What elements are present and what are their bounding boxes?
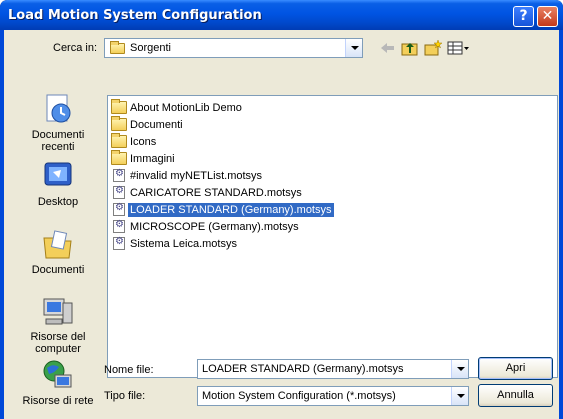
place-label: Desktop bbox=[37, 196, 79, 208]
back-arrow-icon[interactable] bbox=[378, 39, 398, 57]
look-in-label: Cerca in: bbox=[53, 42, 97, 54]
place-label: Risorse del computer bbox=[30, 331, 86, 355]
network-places-icon bbox=[41, 359, 75, 393]
filetype-value: Motion System Configuration (*.motsys) bbox=[202, 390, 396, 402]
item-label: MICROSCOPE (Germany).motsys bbox=[130, 221, 299, 233]
dialog-body: Cerca in: Sorgenti Documenti recenti Des… bbox=[4, 30, 559, 419]
place-my-computer[interactable]: Risorse del computer bbox=[15, 295, 101, 355]
title-bar[interactable]: Load Motion System Configuration ? ✕ bbox=[0, 0, 563, 30]
folder-icon bbox=[110, 41, 125, 54]
chevron-down-icon[interactable] bbox=[451, 387, 468, 405]
folder-icon bbox=[111, 116, 127, 131]
filename-input[interactable]: LOADER STANDARD (Germany).motsys bbox=[202, 363, 404, 375]
filename-combo[interactable]: LOADER STANDARD (Germany).motsys bbox=[197, 359, 469, 379]
item-label: About MotionLib Demo bbox=[130, 102, 242, 114]
file-icon bbox=[113, 236, 125, 250]
item-label: Sistema Leica.motsys bbox=[130, 238, 237, 250]
folder-icon bbox=[111, 99, 127, 114]
file-icon bbox=[113, 219, 125, 233]
file-icon bbox=[113, 168, 125, 182]
cancel-button[interactable]: Annulla bbox=[478, 384, 553, 407]
item-label: Documenti bbox=[130, 119, 183, 131]
recent-documents-icon bbox=[41, 93, 75, 127]
help-button[interactable]: ? bbox=[513, 6, 534, 27]
my-computer-icon bbox=[41, 295, 75, 329]
window-title: Load Motion System Configuration bbox=[8, 8, 262, 23]
folder-icon bbox=[111, 150, 127, 165]
place-label: Documenti recenti bbox=[31, 129, 85, 153]
view-menu-icon[interactable] bbox=[446, 39, 472, 57]
chevron-down-icon[interactable] bbox=[451, 360, 468, 378]
item-label: LOADER STANDARD (Germany).motsys bbox=[127, 202, 335, 218]
filetype-label: Tipo file: bbox=[104, 390, 146, 402]
places-bar: Documenti recenti Desktop Documenti Riso… bbox=[15, 93, 101, 413]
file-list[interactable]: About MotionLib Demo Documenti Icons Imm… bbox=[107, 95, 558, 378]
item-label: Immagini bbox=[130, 153, 175, 165]
chevron-down-icon[interactable] bbox=[345, 39, 362, 57]
file-icon bbox=[113, 202, 125, 216]
look-in-value: Sorgenti bbox=[130, 42, 171, 54]
place-desktop[interactable]: Desktop bbox=[15, 160, 101, 208]
open-button[interactable]: Apri bbox=[478, 357, 553, 380]
close-button[interactable]: ✕ bbox=[537, 6, 558, 27]
up-folder-icon[interactable] bbox=[400, 39, 420, 57]
new-folder-icon[interactable] bbox=[423, 39, 443, 57]
window-frame-right bbox=[559, 30, 563, 419]
place-label: Risorse di rete bbox=[22, 395, 94, 407]
place-label: Documenti bbox=[31, 264, 85, 276]
my-documents-icon bbox=[41, 228, 75, 262]
folder-icon bbox=[111, 133, 127, 148]
item-label: #invalid myNETList.motsys bbox=[130, 170, 263, 182]
file-icon bbox=[113, 185, 125, 199]
look-in-label-text: Cerca in: bbox=[53, 42, 98, 54]
look-in-combo[interactable]: Sorgenti bbox=[104, 38, 363, 58]
item-label: CARICATORE STANDARD.motsys bbox=[130, 187, 302, 199]
place-network[interactable]: Risorse di rete bbox=[15, 359, 101, 407]
filename-label: Nome file: bbox=[104, 364, 154, 376]
place-recent-documents[interactable]: Documenti recenti bbox=[15, 93, 101, 153]
dialog-window: Load Motion System Configuration ? ✕ Cer… bbox=[0, 0, 563, 419]
place-my-documents[interactable]: Documenti bbox=[15, 228, 101, 276]
filetype-select[interactable]: Motion System Configuration (*.motsys) bbox=[197, 386, 469, 406]
item-label: Icons bbox=[130, 136, 157, 148]
desktop-icon bbox=[41, 160, 75, 194]
